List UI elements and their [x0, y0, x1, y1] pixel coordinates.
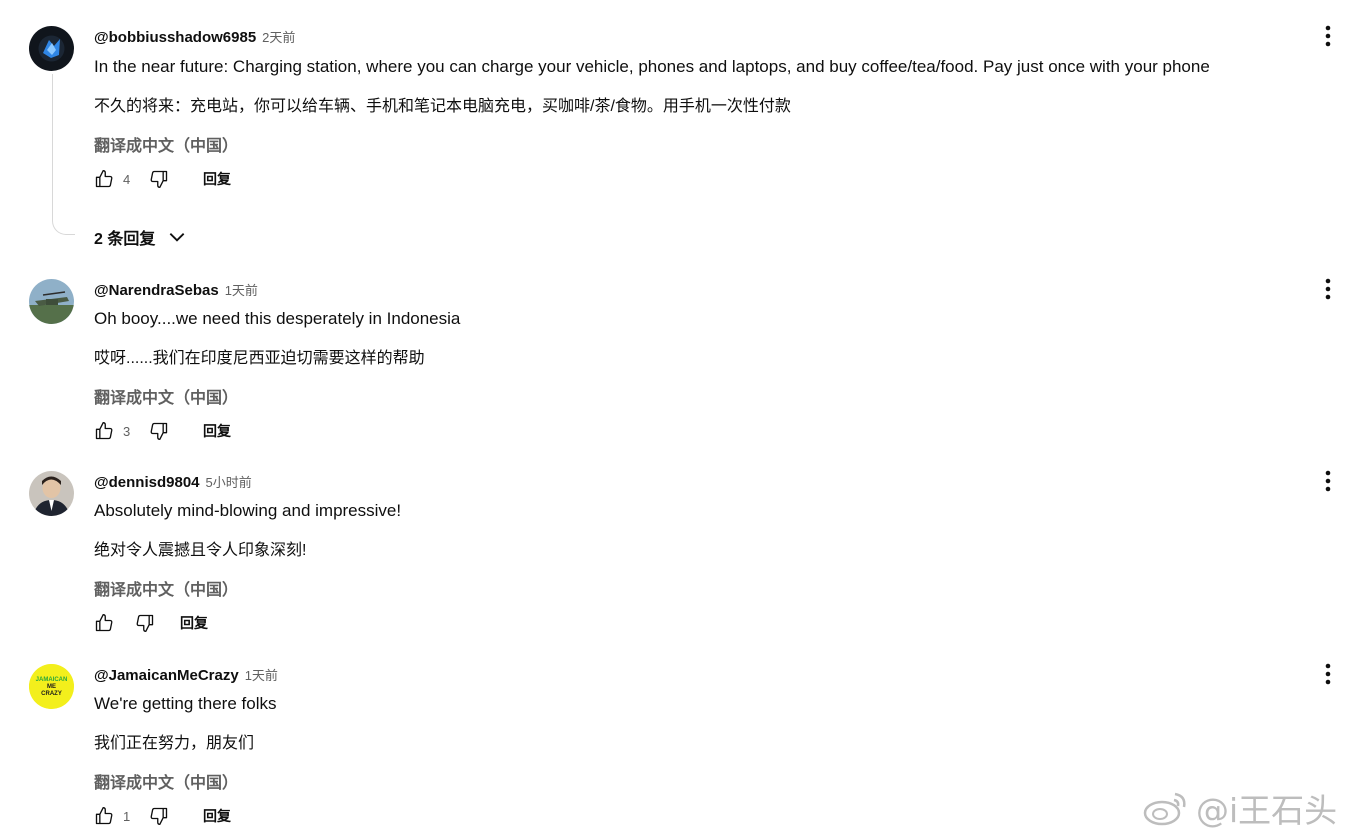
thumb-down-icon[interactable]: [135, 613, 155, 633]
thumb-down-icon[interactable]: [149, 421, 169, 441]
comment-text: Absolutely mind-blowing and impressive!: [94, 501, 402, 520]
thumb-up-icon[interactable]: [94, 613, 114, 633]
more-vert-icon[interactable]: [1316, 24, 1340, 48]
comment-text: In the near future: Charging station, wh…: [94, 57, 1210, 76]
more-vert-icon[interactable]: [1316, 277, 1340, 301]
weibo-icon: [1143, 792, 1186, 826]
translate-link[interactable]: 翻译成中文（中国）: [94, 769, 238, 793]
thumb-down-icon[interactable]: [149, 169, 169, 189]
like-count: 3: [123, 423, 131, 439]
comment-translation: 哎呀......我们在印度尼西亚迫切需要这样的帮助: [94, 350, 425, 367]
author-name[interactable]: @bobbiusshadow6985: [94, 29, 256, 46]
translate-link[interactable]: 翻译成中文（中国）: [94, 576, 238, 600]
reply-button[interactable]: 回复: [203, 421, 231, 441]
timestamp[interactable]: 1天前: [225, 283, 258, 298]
timestamp[interactable]: 1天前: [245, 668, 278, 683]
reply-button[interactable]: 回复: [203, 169, 231, 189]
avatar[interactable]: [29, 279, 74, 324]
translate-link[interactable]: 翻译成中文（中国）: [94, 132, 238, 156]
like-count: 4: [123, 171, 131, 187]
comment-actions: 回复: [94, 611, 208, 635]
author-name[interactable]: @dennisd9804: [94, 474, 200, 491]
thread-connector: [52, 74, 75, 235]
timestamp[interactable]: 5小时前: [206, 475, 252, 490]
avatar[interactable]: [29, 26, 74, 71]
reply-button[interactable]: 回复: [180, 613, 208, 633]
reply-button[interactable]: 回复: [203, 806, 231, 826]
thumb-up-icon[interactable]: [94, 421, 114, 441]
thumb-down-icon[interactable]: [149, 806, 169, 826]
comment-translation: 我们正在努力，朋友们: [94, 735, 255, 752]
thumb-up-icon[interactable]: [94, 806, 114, 826]
comment-actions: 4 回复: [94, 167, 231, 191]
comment-text: Oh booy....we need this desperately in I…: [94, 309, 461, 328]
avatar[interactable]: JAMAICAN ME CRAZY: [29, 664, 74, 709]
comment-header: @dennisd9804 5小时前: [94, 472, 252, 491]
like-count: 1: [123, 808, 131, 824]
comment-header: @NarendraSebas 1天前: [94, 280, 258, 299]
watermark: @i王石头: [1142, 786, 1337, 830]
avatar[interactable]: [29, 471, 74, 516]
svg-text:CRAZY: CRAZY: [41, 691, 62, 697]
timestamp[interactable]: 2天前: [262, 30, 295, 45]
more-vert-icon[interactable]: [1316, 469, 1340, 493]
translate-link[interactable]: 翻译成中文（中国）: [94, 384, 238, 408]
watermark-text: @i王石头: [1196, 791, 1338, 830]
comment-header: @bobbiusshadow6985 2天前: [94, 27, 295, 46]
replies-count-label: 2 条回复: [94, 231, 156, 248]
comment-text: We're getting there folks: [94, 694, 277, 713]
thumb-up-icon[interactable]: [94, 169, 114, 189]
author-name[interactable]: @NarendraSebas: [94, 282, 219, 299]
author-name[interactable]: @JamaicanMeCrazy: [94, 667, 239, 684]
comment-translation: 绝对令人震撼且令人印象深刻!: [94, 542, 307, 559]
comment-actions: 1 回复: [94, 804, 231, 828]
comment-translation: 不久的将来：充电站，你可以给车辆、手机和笔记本电脑充电，买咖啡/茶/食物。用手机…: [94, 98, 791, 115]
replies-toggle[interactable]: 2 条回复: [94, 224, 187, 250]
more-vert-icon[interactable]: [1316, 662, 1340, 686]
chevron-down-icon: [170, 233, 185, 242]
comment-actions: 3 回复: [94, 419, 231, 443]
svg-text:JAMAICAN: JAMAICAN: [36, 677, 68, 683]
comment-header: @JamaicanMeCrazy 1天前: [94, 665, 278, 684]
svg-text:ME: ME: [47, 684, 56, 690]
